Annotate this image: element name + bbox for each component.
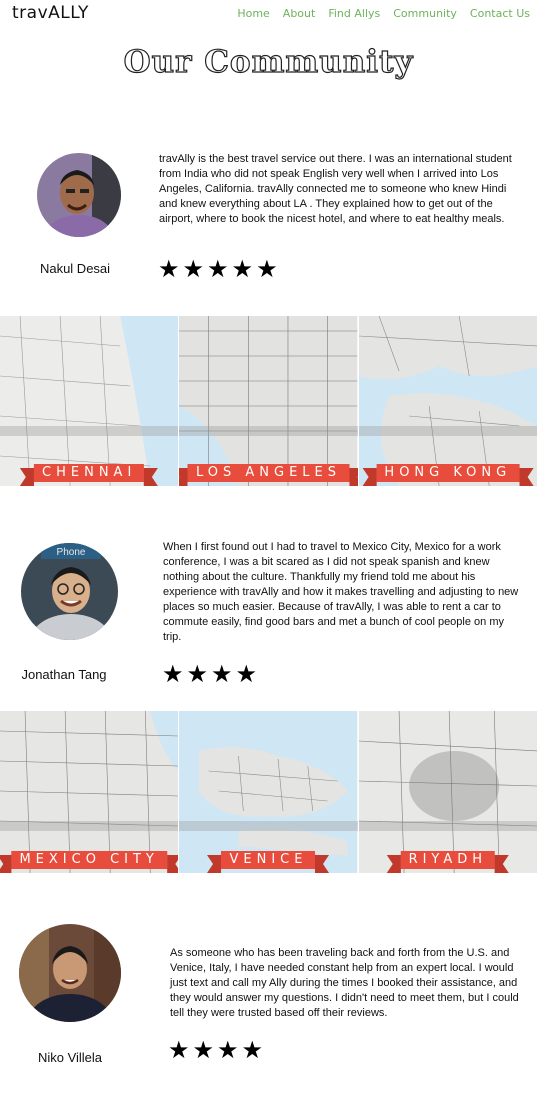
page-title: Our Community xyxy=(123,43,414,80)
review-text: travAlly is the best travel service out … xyxy=(159,153,512,225)
city-ribbon: VENICE xyxy=(207,851,330,873)
star-rating: ★★★★★ xyxy=(158,256,281,283)
city-map-hong-kong[interactable]: HONG KONG xyxy=(358,316,537,486)
watermark xyxy=(358,821,537,831)
city-ribbon: RIYADH xyxy=(386,851,510,873)
city-ribbon: CHENNAI xyxy=(19,464,159,486)
avatar-niko xyxy=(19,924,121,1022)
city-map-strip: MEXICO CITY VENICE RIYADH xyxy=(0,711,537,873)
watermark xyxy=(0,426,179,436)
city-ribbon: MEXICO CITY xyxy=(0,851,179,873)
site-logo[interactable]: travALLY xyxy=(12,3,89,23)
city-map-strip: CHENNAI LOS ANGELES HONG KONG xyxy=(0,316,537,486)
reviewer-name: Jonathan Tang xyxy=(21,667,107,682)
avatar-image xyxy=(37,153,121,237)
avatar-nakul xyxy=(37,153,121,237)
watermark xyxy=(0,821,179,831)
nav-about[interactable]: About xyxy=(283,7,316,20)
watermark xyxy=(179,821,358,831)
watermark xyxy=(358,426,537,436)
city-map-mexico-city[interactable]: MEXICO CITY xyxy=(0,711,180,873)
star-rating: ★★★★ xyxy=(162,661,261,688)
nav-community[interactable]: Community xyxy=(393,7,457,20)
reviewer-name: Niko Villela xyxy=(37,1050,103,1065)
main-nav: Home About Find Allys Community Contact … xyxy=(237,7,530,20)
city-map-chennai[interactable]: CHENNAI xyxy=(0,316,180,486)
review-text: As someone who has been traveling back a… xyxy=(170,947,519,1019)
city-map-venice[interactable]: VENICE xyxy=(179,711,359,873)
city-ribbon: HONG KONG xyxy=(362,464,533,486)
nav-find-allys[interactable]: Find Allys xyxy=(328,7,380,20)
reviewer-name: Nakul Desai xyxy=(39,261,111,276)
review-text: When I first found out I had to travel t… xyxy=(163,541,519,643)
avatar-image: Phone xyxy=(21,543,118,640)
avatar-jonathan: Phone xyxy=(21,543,118,640)
svg-text:Phone: Phone xyxy=(57,547,86,558)
watermark xyxy=(179,426,358,436)
city-ribbon: LOS ANGELES xyxy=(179,464,358,486)
nav-home[interactable]: Home xyxy=(237,7,269,20)
city-map-los-angeles[interactable]: LOS ANGELES xyxy=(179,316,359,486)
star-rating: ★★★★ xyxy=(168,1037,267,1064)
city-map-riyadh[interactable]: RIYADH xyxy=(358,711,537,873)
avatar-image xyxy=(19,924,121,1022)
nav-contact-us[interactable]: Contact Us xyxy=(470,7,530,20)
